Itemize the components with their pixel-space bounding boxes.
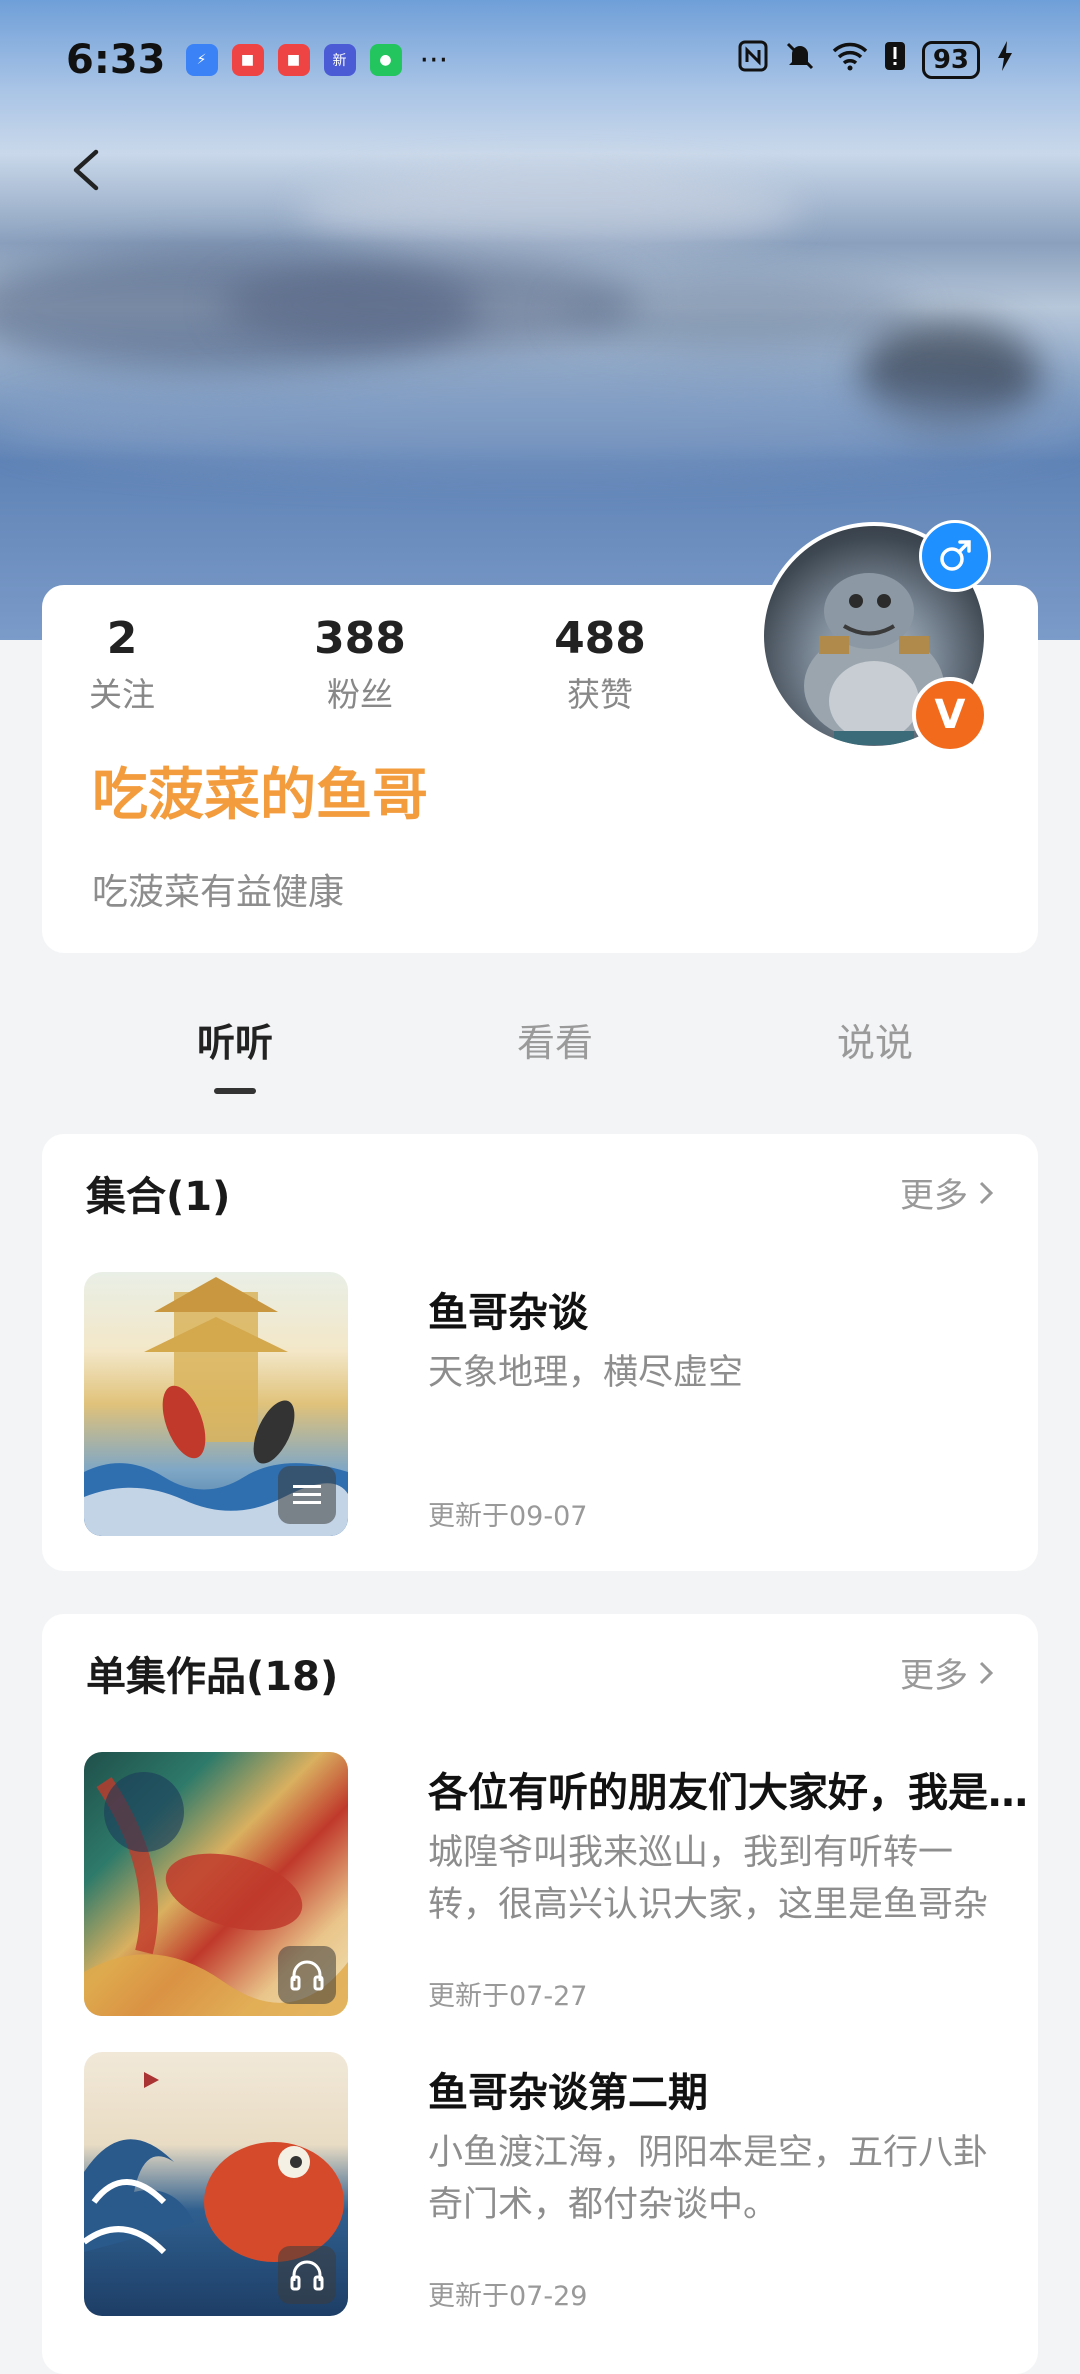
section-title: 单集作品(18) [86,1654,339,1700]
tab-watch[interactable]: 看看 [455,1012,655,1067]
wechat-icon: ● [369,44,402,76]
alert-icon [884,40,906,80]
stat-value: 388 [314,613,406,664]
tab-posts[interactable]: 说说 [775,1012,975,1067]
back-button[interactable] [58,140,118,200]
item-date: 更新于07-29 [428,2281,588,2312]
usb-icon: ⚡ [185,44,218,76]
stat-label: 关注 [89,675,155,714]
chevron-left-icon [73,149,99,191]
stat-label: 粉丝 [327,675,393,714]
vip-badge: V [912,677,988,753]
headphones-icon [278,2246,336,2304]
stat-label: 获赞 [567,675,633,714]
stat-value: 488 [554,613,646,664]
episode-cover-image [84,1752,348,2016]
item-title: 鱼哥杂谈 [428,1290,588,1336]
episode-cover-image [84,2052,348,2316]
list-item[interactable]: 鱼哥杂谈 天象地理，横尽虚空 更新于09-07 [84,1272,996,1537]
male-gender-icon [919,520,991,592]
chevron-right-icon [979,1661,994,1684]
stat-followers[interactable]: 388 粉丝 [280,610,440,722]
battery-level: 93 [921,41,980,79]
mute-icon [784,40,816,80]
headphones-icon [278,1946,336,2004]
item-date: 更新于07-27 [428,1981,588,2012]
sina-news-icon: 新 [323,44,356,76]
list-item[interactable]: 各位有听的朋友们大家好，我是鱼哥 城隍爷叫我来巡山，我到有听转一转，很高兴认识大… [84,1752,1028,2017]
status-bar: 6:33 ⚡ ■ ■ 新 ● ··· 93 [0,0,1080,120]
chevron-right-icon [979,1181,994,1204]
more-label: 更多 [900,1176,968,1216]
list-icon [278,1466,336,1524]
status-time: 6:33 [66,37,166,83]
collections-more-button[interactable]: 更多 [900,1168,994,1217]
item-description: 小鱼渡江海，阴阳本是空，五行八卦奇门术，都付杂谈中。 [428,2133,989,2225]
stat-likes[interactable]: 488 获赞 [520,610,680,722]
stat-value: 2 [106,613,138,664]
episodes-more-button[interactable]: 更多 [900,1648,994,1697]
content-tabs: 听听 看看 说说 [0,1000,1080,1100]
huawei-app-icon: ■ [231,44,264,76]
more-label: 更多 [900,1656,968,1696]
avatar-container[interactable]: V [760,520,992,754]
collection-cover-image [84,1272,348,1536]
episodes-section: 单集作品(18) 更多 各位有听的朋友们大家好，我是鱼哥 城隍爷叫我来巡山，我到… [42,1614,1038,2374]
huawei-app-icon: ■ [277,44,310,76]
item-title: 鱼哥杂谈第二期 [428,2070,708,2116]
section-title: 集合(1) [86,1174,231,1220]
user-bio: 吃菠菜有益健康 [92,872,345,913]
tab-listen[interactable]: 听听 [135,1012,335,1067]
item-description: 天象地理，横尽虚空 [428,1353,744,1393]
active-tab-indicator [214,1088,256,1094]
username: 吃菠菜的鱼哥 [92,763,428,828]
more-notifications-icon: ··· [419,42,449,78]
item-date: 更新于09-07 [428,1501,588,1532]
collections-section: 集合(1) 更多 鱼哥杂谈 天象地理，横尽虚空 更新于09-07 [42,1134,1038,1571]
nfc-icon [738,40,768,80]
item-title: 各位有听的朋友们大家好，我是鱼哥 [428,1770,1028,1816]
charging-icon [996,40,1014,80]
list-item[interactable]: 鱼哥杂谈第二期 小鱼渡江海，阴阳本是空，五行八卦奇门术，都付杂谈中。 更新于07… [84,2052,996,2317]
wifi-icon [832,41,868,79]
stat-following[interactable]: 2 关注 [42,610,202,722]
item-description: 城隍爷叫我来巡山，我到有听转一转，很高兴认识大家，这里是鱼哥杂谈 [428,1833,989,1925]
